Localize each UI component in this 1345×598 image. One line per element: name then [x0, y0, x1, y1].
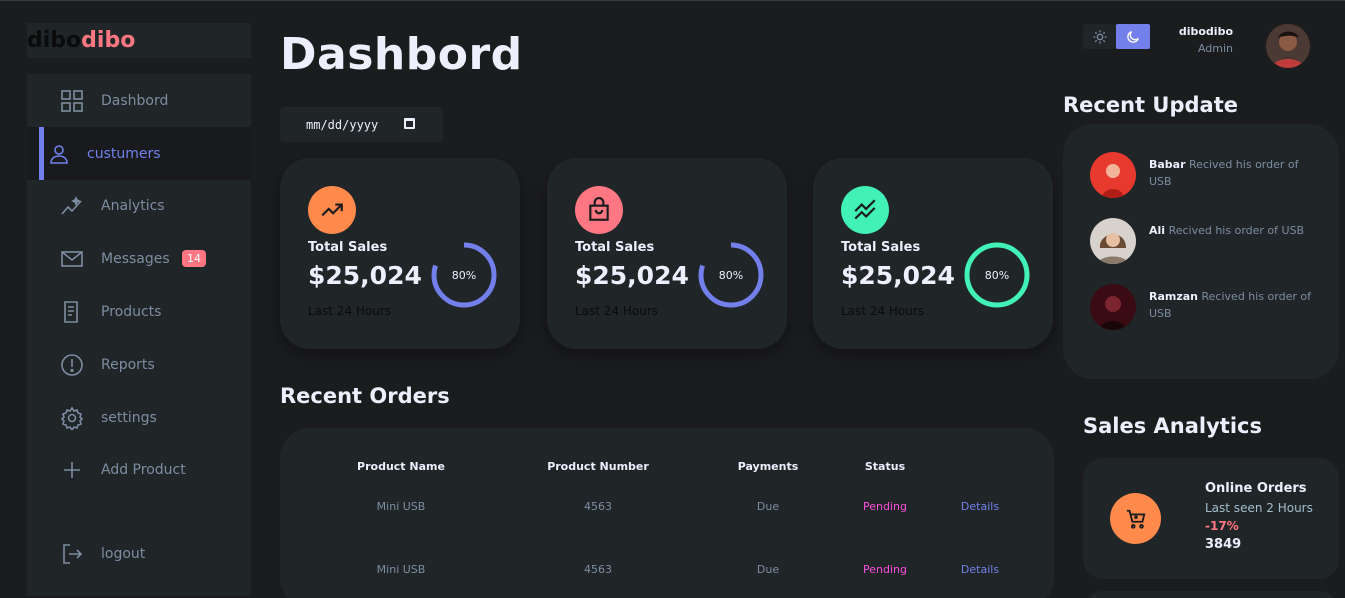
card-title: Total Sales — [575, 240, 655, 255]
message-count-badge: 14 — [182, 250, 206, 267]
brand-part1: dibo — [27, 28, 82, 53]
sidebar-item-label: custumers — [87, 145, 161, 162]
progress-label: 80% — [451, 268, 477, 282]
date-placeholder: mm/dd/yyyy — [306, 117, 379, 132]
recent-orders-title: Recent Orders — [280, 384, 450, 408]
column-header: Product Number — [547, 460, 649, 473]
sidebar-item-dashbord[interactable]: Dashbord — [27, 74, 251, 127]
cell-product-number: 4563 — [584, 500, 612, 513]
sidebar-item-products[interactable]: Products — [27, 285, 251, 338]
sidebar-item-label: Messages — [101, 250, 170, 267]
grid-icon — [60, 89, 84, 113]
recent-update-title: Recent Update — [1063, 93, 1238, 117]
sales-card: Total Sales $25,024 Last 24 Hours 80% — [813, 158, 1053, 349]
cell-payment: Due — [756, 500, 780, 513]
gear-icon — [60, 406, 84, 430]
cell-payment: Due — [756, 563, 780, 576]
card-title: Total Sales — [841, 240, 921, 255]
profile-name: dibodibo — [1178, 25, 1233, 38]
card-subtitle: Last 24 Hours — [575, 304, 659, 318]
sales-card: Total Sales $25,024 Last 24 Hours 80% — [280, 158, 520, 349]
moon-icon[interactable] — [1116, 24, 1150, 49]
card-value: $25,024 — [308, 261, 422, 290]
details-link[interactable]: Details — [961, 563, 999, 576]
theme-toggle[interactable] — [1083, 24, 1150, 49]
next-analytics-card — [1083, 591, 1339, 598]
sidebar-item-label: Dashbord — [101, 92, 169, 109]
update-message: Recived his order of USB — [1168, 224, 1305, 237]
brand-part2: dibo — [81, 28, 136, 53]
column-header: Status — [864, 460, 906, 473]
column-header: Payments — [737, 460, 799, 473]
avatar[interactable] — [1266, 24, 1310, 68]
orders-table: Product Name Product Number Payments Sta… — [280, 428, 1054, 598]
update-text: Babar Recived his order of USB — [1149, 156, 1314, 190]
sidebar-item-add-product[interactable]: Add Product — [27, 443, 251, 496]
avatar — [1090, 284, 1136, 330]
sidebar-item-label: logout — [101, 545, 146, 562]
sidebar-item-label: Analytics — [101, 197, 165, 214]
sidebar-item-messages[interactable]: Messages 14 — [27, 232, 251, 285]
update-name: Ali — [1149, 224, 1166, 237]
person-icon — [47, 142, 71, 166]
sidebar-item-label: Reports — [101, 356, 155, 373]
update-text: Ali Recived his order of USB — [1149, 222, 1314, 239]
sidebar-item-label: settings — [101, 409, 157, 426]
sidebar-item-custumers[interactable]: custumers — [27, 127, 251, 180]
sidebar-item-reports[interactable]: Reports — [27, 338, 251, 391]
sales-card: Total Sales $25,024 Last 24 Hours 80% — [547, 158, 787, 349]
shopping-bag-icon — [575, 186, 623, 234]
update-name: Ramzan — [1149, 290, 1199, 303]
brand-logo[interactable]: dibodibo — [27, 23, 251, 58]
sidebar-item-analytics[interactable]: Analytics — [27, 179, 251, 232]
trend-up-icon — [308, 186, 356, 234]
update-name: Babar — [1149, 158, 1186, 171]
card-subtitle: Last 24 Hours — [308, 304, 392, 318]
details-link[interactable]: Details — [961, 500, 999, 513]
cell-product-name: Mini USB — [376, 563, 426, 576]
analytics-card-title: Online Orders — [1205, 481, 1307, 496]
analytics-icon — [60, 194, 84, 218]
update-text: Ramzan Recived his order of USB — [1149, 288, 1314, 322]
status-pending: Pending — [863, 500, 907, 513]
card-title: Total Sales — [308, 240, 388, 255]
progress-label: 80% — [718, 268, 744, 282]
receipt-icon — [60, 300, 84, 324]
profile-role: Admin — [1197, 42, 1233, 55]
analytics-card-subtitle: Last seen 2 Hours — [1205, 501, 1313, 515]
recent-updates-panel: Babar Recived his order of USB Ali Reciv… — [1063, 124, 1339, 379]
mail-icon — [60, 247, 84, 271]
report-icon — [60, 353, 84, 377]
analytics-card-value: 3849 — [1205, 537, 1242, 552]
avatar — [1090, 152, 1136, 198]
calendar-icon[interactable] — [404, 118, 415, 129]
card-subtitle: Last 24 Hours — [841, 304, 925, 318]
analytics-card-percent: -17% — [1205, 519, 1239, 533]
plus-icon — [60, 458, 84, 482]
active-indicator — [39, 127, 44, 180]
sidebar-item-label: Add Product — [101, 461, 186, 478]
date-input[interactable]: mm/dd/yyyy — [280, 107, 443, 142]
card-value: $25,024 — [841, 261, 955, 290]
sidebar: Dashbord custumers Analytics Messages 14… — [27, 74, 251, 596]
status-pending: Pending — [863, 563, 907, 576]
cell-product-number: 4563 — [584, 563, 612, 576]
progress-label: 80% — [984, 268, 1010, 282]
online-orders-card: Online Orders Last seen 2 Hours -17% 384… — [1083, 458, 1339, 579]
sidebar-item-label: Products — [101, 303, 162, 320]
cell-product-name: Mini USB — [376, 500, 426, 513]
sidebar-item-logout[interactable]: logout — [27, 527, 251, 580]
sun-icon[interactable] — [1083, 24, 1116, 49]
stocks-icon — [841, 186, 889, 234]
avatar — [1090, 218, 1136, 264]
column-header: Product Name — [357, 460, 445, 473]
card-value: $25,024 — [575, 261, 689, 290]
logout-icon — [60, 542, 84, 566]
cart-icon — [1110, 493, 1161, 544]
sidebar-item-settings[interactable]: settings — [27, 391, 251, 444]
sales-analytics-title: Sales Analytics — [1083, 414, 1262, 438]
page-title: Dashbord — [280, 29, 523, 80]
